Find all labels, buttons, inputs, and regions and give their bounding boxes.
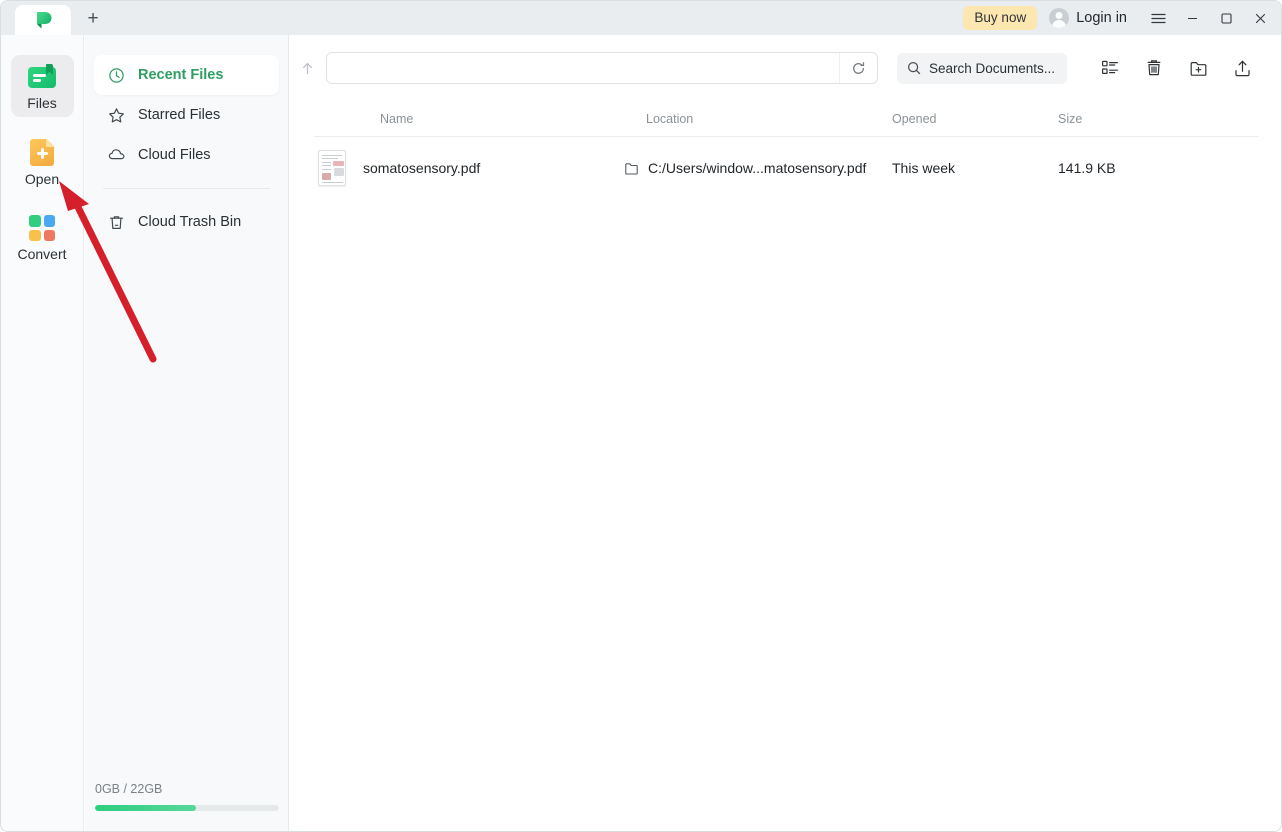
browser-tab-active[interactable] [15, 5, 71, 35]
storage-label: 0GB / 22GB [95, 782, 163, 796]
files-icon [28, 64, 56, 90]
tab-strip: + [1, 1, 109, 35]
table-row[interactable]: somatosensory.pdf C:/Users/window...mato… [314, 137, 1259, 199]
search-documents-box[interactable] [897, 52, 1067, 84]
rail-item-files[interactable]: Files [10, 55, 74, 117]
cell-opened: This week [892, 160, 956, 176]
rail-item-open-label: Open [24, 171, 60, 187]
minimize-button[interactable] [1175, 1, 1209, 35]
main-content-area: Name Location Opened Size [290, 35, 1281, 831]
login-button[interactable]: Login in [1076, 10, 1127, 26]
app-logo-icon [32, 9, 54, 31]
storage-progress-fill [95, 805, 197, 811]
sidebar-item-label: Recent Files [138, 67, 224, 83]
new-tab-button[interactable]: + [77, 3, 109, 33]
window-controls-group: Buy now Login in [963, 1, 1281, 35]
application-window: + Buy now Login in Files Open Convert Re… [0, 0, 1282, 832]
storage-progress-track [95, 805, 279, 811]
star-icon [107, 106, 126, 125]
address-input[interactable] [327, 53, 839, 83]
rail-item-convert-label: Convert [17, 246, 67, 262]
share-upload-icon[interactable] [1225, 51, 1259, 85]
clock-icon [107, 66, 126, 85]
search-icon [907, 61, 921, 75]
cell-size: 141.9 KB [1058, 160, 1116, 176]
rail-item-convert[interactable]: Convert [11, 206, 74, 268]
folder-icon [624, 161, 639, 176]
new-folder-icon[interactable] [1181, 51, 1215, 85]
sidebar-item-cloud-trash-bin[interactable]: Cloud Trash Bin [94, 202, 279, 242]
column-header-name[interactable]: Name [314, 112, 624, 126]
cell-name: somatosensory.pdf [314, 150, 624, 186]
refresh-icon[interactable] [839, 53, 877, 83]
open-file-icon [30, 139, 54, 166]
sidebar-item-label: Cloud Trash Bin [138, 214, 242, 230]
sidebar-nav-list: Recent Files Starred Files Cloud Files C… [85, 35, 288, 242]
avatar[interactable] [1049, 8, 1070, 28]
cell-location: C:/Users/window...matosensory.pdf [624, 160, 892, 176]
sidebar-item-label: Starred Files [138, 107, 221, 123]
rail-item-open[interactable]: Open [11, 130, 74, 193]
main-toolbar [290, 35, 1281, 101]
maximize-button[interactable] [1209, 1, 1243, 35]
cloud-icon [107, 146, 126, 165]
close-button[interactable] [1243, 1, 1277, 35]
trash-bin-icon[interactable] [1137, 51, 1171, 85]
column-header-size[interactable]: Size [1058, 112, 1208, 126]
search-input[interactable] [929, 60, 1055, 76]
up-arrow-icon[interactable] [293, 54, 321, 82]
sidebar-panel: Recent Files Starred Files Cloud Files C… [85, 35, 289, 831]
file-table: Name Location Opened Size somatosensory.… [290, 101, 1281, 199]
title-bar: + Buy now Login in [1, 1, 1281, 35]
column-header-location[interactable]: Location [624, 112, 892, 126]
left-icon-rail: Files Open Convert [1, 35, 84, 831]
sidebar-item-starred-files[interactable]: Starred Files [94, 95, 279, 135]
file-location-label: C:/Users/window...matosensory.pdf [648, 160, 867, 176]
sidebar-item-recent-files[interactable]: Recent Files [94, 55, 279, 95]
pdf-document-thumbnail [318, 150, 346, 186]
buy-now-button[interactable]: Buy now [963, 6, 1038, 30]
hamburger-menu-icon[interactable] [1141, 1, 1175, 35]
sidebar-item-cloud-files[interactable]: Cloud Files [94, 135, 279, 175]
storage-indicator: 0GB / 22GB [85, 782, 289, 831]
address-bar[interactable] [326, 52, 878, 84]
sidebar-divider [103, 188, 270, 189]
convert-grid-icon [29, 215, 55, 241]
file-name-label: somatosensory.pdf [363, 160, 481, 176]
column-header-opened[interactable]: Opened [892, 112, 1058, 126]
list-view-icon[interactable] [1093, 51, 1127, 85]
trash-icon [107, 213, 126, 232]
rail-item-files-label: Files [27, 95, 57, 111]
table-header-row: Name Location Opened Size [314, 101, 1259, 137]
sidebar-item-label: Cloud Files [138, 147, 211, 163]
